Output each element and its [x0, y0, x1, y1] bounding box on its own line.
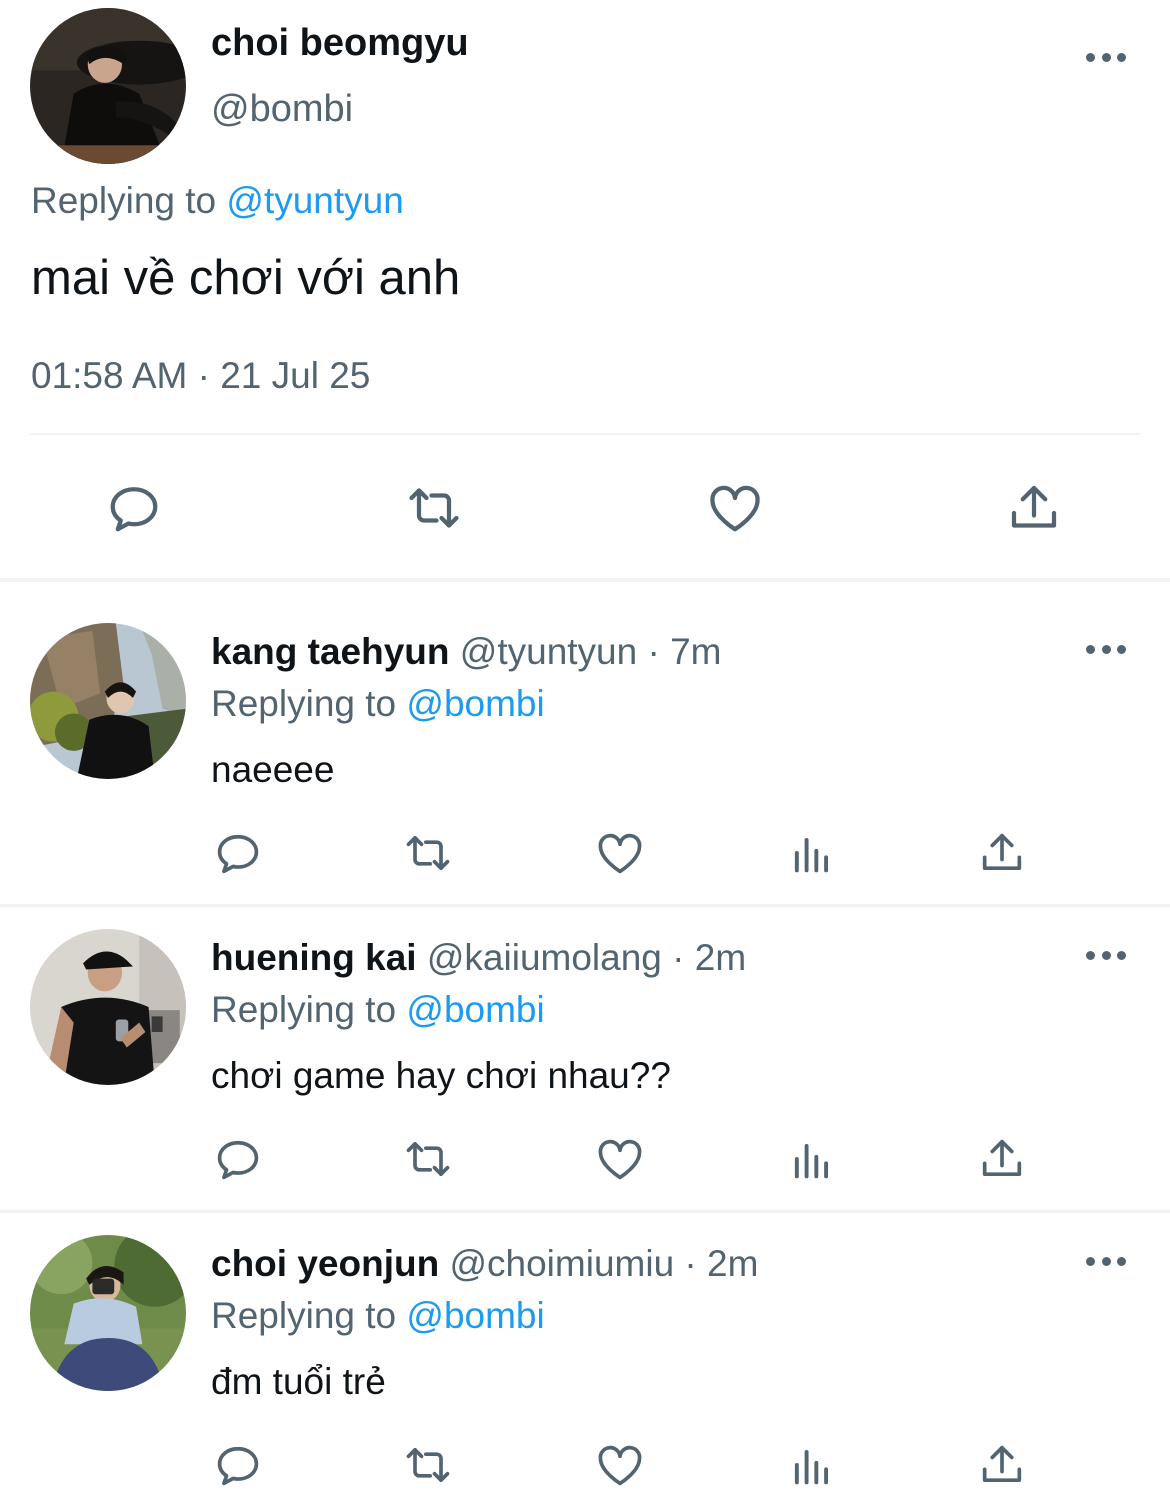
relative-time[interactable]: · 7m	[637, 631, 721, 672]
retweet-icon[interactable]	[402, 1133, 454, 1185]
reply-header: choi yeonjun @choimiumiu · 2m	[211, 1243, 758, 1285]
avatar[interactable]	[30, 929, 186, 1085]
reply-icon[interactable]	[212, 827, 264, 879]
replying-to-mention[interactable]: @bombi	[406, 1295, 544, 1336]
more-options-icon[interactable]	[1086, 53, 1126, 65]
avatar[interactable]	[30, 623, 186, 779]
reply-tweet[interactable]: kang taehyun @tyuntyun · 7m Replying to …	[0, 605, 1170, 907]
replying-to: Replying to @bombi	[211, 1295, 545, 1337]
views-icon[interactable]	[786, 827, 838, 879]
reply-header: huening kai @kaiiumolang · 2m	[211, 937, 746, 979]
more-options-icon[interactable]	[1086, 951, 1126, 963]
relative-time[interactable]: · 2m	[674, 1243, 758, 1284]
reply-tweet[interactable]: choi yeonjun @choimiumiu · 2m Replying t…	[0, 1217, 1170, 1509]
retweet-icon[interactable]	[404, 478, 464, 538]
reply-tweet[interactable]: huening kai @kaiiumolang · 2m Replying t…	[0, 911, 1170, 1213]
divider	[0, 904, 1170, 907]
relative-time[interactable]: · 2m	[662, 937, 746, 978]
avatar[interactable]	[30, 8, 186, 164]
avatar[interactable]	[30, 1235, 186, 1391]
retweet-icon[interactable]	[402, 1439, 454, 1491]
more-options-icon[interactable]	[1086, 645, 1126, 657]
divider	[0, 1210, 1170, 1213]
views-icon[interactable]	[786, 1133, 838, 1185]
author-name[interactable]: kang taehyun	[211, 631, 450, 672]
author-handle[interactable]: @choimiumiu	[449, 1243, 674, 1284]
main-tweet: choi beomgyu @bombi Replying to @tyuntyu…	[0, 0, 1170, 580]
share-icon[interactable]	[976, 1439, 1028, 1491]
author-handle[interactable]: @kaiiumolang	[427, 937, 662, 978]
author-name[interactable]: huening kai	[211, 937, 417, 978]
replying-to: Replying to @bombi	[211, 989, 545, 1031]
reply-icon[interactable]	[212, 1133, 264, 1185]
author-name[interactable]: choi yeonjun	[211, 1243, 439, 1284]
replying-to: Replying to @tyuntyun	[31, 180, 404, 222]
like-icon[interactable]	[594, 1439, 646, 1491]
author-name[interactable]: choi beomgyu	[211, 22, 469, 65]
reply-header: kang taehyun @tyuntyun · 7m	[211, 631, 722, 673]
reply-icon[interactable]	[212, 1439, 264, 1491]
replying-to-mention[interactable]: @tyuntyun	[226, 180, 403, 221]
reply-icon[interactable]	[104, 478, 164, 538]
replying-label: Replying to	[211, 1295, 407, 1336]
views-icon[interactable]	[786, 1439, 838, 1491]
author-handle[interactable]: @tyuntyun	[460, 631, 637, 672]
divider	[30, 433, 1140, 435]
like-icon[interactable]	[705, 478, 765, 538]
like-icon[interactable]	[594, 827, 646, 879]
replying-to: Replying to @bombi	[211, 683, 545, 725]
share-icon[interactable]	[976, 1133, 1028, 1185]
replying-label: Replying to	[211, 683, 407, 724]
like-icon[interactable]	[594, 1133, 646, 1185]
retweet-icon[interactable]	[402, 827, 454, 879]
reply-text: chơi game hay chơi nhau??	[211, 1055, 671, 1096]
author-handle[interactable]: @bombi	[211, 88, 353, 131]
reply-text: naeeee	[211, 749, 335, 790]
reply-text: đm tuổi trẻ	[211, 1361, 386, 1402]
replying-to-mention[interactable]: @bombi	[406, 989, 544, 1030]
replying-to-mention[interactable]: @bombi	[406, 683, 544, 724]
tweet-timestamp[interactable]: 01:58 AM · 21 Jul 25	[31, 355, 370, 397]
replying-label: Replying to	[31, 180, 227, 221]
replying-label: Replying to	[211, 989, 407, 1030]
share-icon[interactable]	[1004, 478, 1064, 538]
tweet-text: mai về chơi với anh	[31, 251, 461, 305]
more-options-icon[interactable]	[1086, 1257, 1126, 1269]
section-divider	[0, 578, 1170, 582]
share-icon[interactable]	[976, 827, 1028, 879]
